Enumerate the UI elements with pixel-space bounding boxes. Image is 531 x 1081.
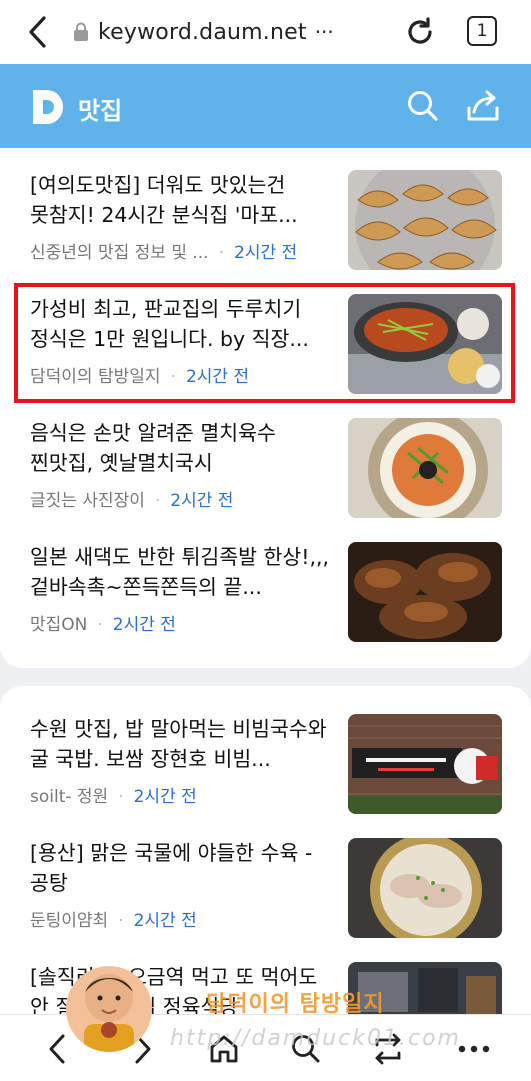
- article-time: 2시간 전: [234, 243, 298, 263]
- browser-toolbar: keyword.daum.net ··· 1: [0, 0, 531, 64]
- article-source: 담덕이의 탐방일지: [30, 367, 161, 387]
- tab-count-button[interactable]: 1: [467, 16, 497, 46]
- article-source: 맛집ON: [30, 615, 88, 635]
- article-source: soilt- 정원: [30, 787, 109, 807]
- more-icon: [458, 1045, 490, 1053]
- search-icon: [408, 91, 438, 121]
- article-meta: soilt- 정원 · 2시간 전: [30, 782, 197, 807]
- tab-count: 1: [476, 21, 488, 41]
- article-source: 신중년의 맛집 정보 및 ...: [30, 243, 209, 263]
- article-title[interactable]: 음식은 손맛 알려준 멸치육수 찐맛집, 옛날멸치국시: [30, 418, 330, 478]
- article-meta: 둔팅이얌최 · 2시간 전: [30, 906, 197, 931]
- article-thumbnail[interactable]: [348, 170, 502, 270]
- daum-header: 맛집: [0, 64, 531, 148]
- nav-more-button[interactable]: [456, 1031, 492, 1067]
- article-title[interactable]: 수원 맛집, 밥 말아먹는 비빔국수와 굴 국밥. 보쌈 장현호 비빔...: [30, 714, 330, 774]
- share-button[interactable]: [465, 88, 501, 124]
- separator-dot: ·: [97, 615, 103, 635]
- article-item[interactable]: 일본 새댁도 반한 튀김족발 한상!,,,겉바속촉~쫀득쫀득의 끝... 맛집O…: [30, 542, 502, 646]
- article-meta: 글짓는 사진장이 · 2시간 전: [30, 486, 233, 511]
- article-thumbnail[interactable]: [348, 542, 502, 642]
- url-text: keyword.daum.net: [98, 19, 307, 45]
- article-source: 글짓는 사진장이: [30, 491, 145, 511]
- article-thumbnail[interactable]: [348, 294, 502, 394]
- article-source: 둔팅이얌최: [30, 911, 109, 931]
- url-more-indicator: ···: [314, 20, 334, 44]
- separator-dot: ·: [118, 787, 124, 807]
- article-title[interactable]: 일본 새댁도 반한 튀김족발 한상!,,,겉바속촉~쫀득쫀득의 끝...: [30, 542, 330, 602]
- back-icon: [49, 1034, 65, 1064]
- watermark-url: http://damduck01.com: [170, 1026, 461, 1051]
- article-title[interactable]: 가성비 최고, 판교집의 두루치기 정식은 1만 원입니다. by 직장...: [30, 294, 330, 354]
- article-item[interactable]: [여의도맛집] 더워도 맛있는건 못참지! 24시간 분식집 '마포... 신중…: [30, 170, 502, 274]
- article-time: 2시간 전: [112, 615, 176, 635]
- article-meta: 맛집ON · 2시간 전: [30, 610, 176, 635]
- article-time: 2시간 전: [170, 491, 234, 511]
- article-item[interactable]: 가성비 최고, 판교집의 두루치기 정식은 1만 원입니다. by 직장... …: [30, 294, 502, 398]
- header-search-button[interactable]: [405, 88, 441, 124]
- share-icon: [467, 90, 499, 121]
- refresh-button[interactable]: [402, 14, 438, 50]
- article-time: 2시간 전: [185, 367, 250, 387]
- watermark-avatar: [66, 966, 152, 1052]
- article-title[interactable]: [여의도맛집] 더워도 맛있는건 못참지! 24시간 분식집 '마포...: [30, 170, 330, 230]
- separator-dot: ·: [154, 491, 161, 511]
- separator-dot: ·: [218, 243, 224, 263]
- refresh-icon: [408, 17, 432, 44]
- article-thumbnail[interactable]: [348, 838, 502, 938]
- article-meta: 담덕이의 탐방일지 · 2시간 전: [30, 362, 249, 387]
- browser-back-button[interactable]: [20, 14, 56, 50]
- article-time: 2시간 전: [133, 911, 197, 931]
- lock-icon: [74, 22, 88, 41]
- article-item[interactable]: 수원 맛집, 밥 말아먹는 비빔국수와 굴 국밥. 보쌈 장현호 비빔... s…: [30, 714, 502, 818]
- article-time: 2시간 전: [133, 787, 197, 807]
- daum-logo[interactable]: [30, 88, 66, 126]
- article-item[interactable]: [용산] 맑은 국물에 야들한 수육 -공탕 둔팅이얌최 · 2시간 전: [30, 838, 502, 942]
- page-title: 맛집: [78, 97, 123, 125]
- article-title[interactable]: [용산] 맑은 국물에 야들한 수육 -공탕: [30, 838, 330, 898]
- separator-dot: ·: [170, 367, 176, 387]
- chevron-left-icon: [29, 16, 46, 48]
- address-bar[interactable]: keyword.daum.net ···: [72, 18, 334, 46]
- article-meta: 신중년의 맛집 정보 및 ... · 2시간 전: [30, 238, 297, 263]
- watermark-title: 담덕이의 탐방일지: [206, 992, 385, 1017]
- article-thumbnail[interactable]: [348, 714, 502, 814]
- article-thumbnail[interactable]: [348, 418, 502, 518]
- nav-back-button[interactable]: [40, 1031, 76, 1067]
- article-card-group-1: [여의도맛집] 더워도 맛있는건 못참지! 24시간 분식집 '마포... 신중…: [0, 148, 531, 668]
- separator-dot: ·: [118, 911, 124, 931]
- article-item[interactable]: 음식은 손맛 알려준 멸치육수 찐맛집, 옛날멸치국시 글짓는 사진장이 · 2시간…: [30, 418, 502, 522]
